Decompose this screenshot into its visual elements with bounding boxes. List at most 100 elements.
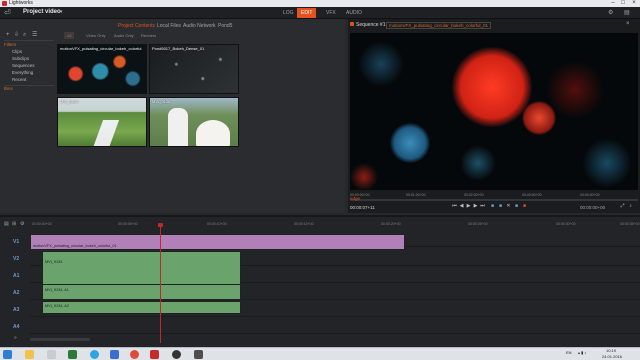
timeline-clip-label: MVI_9134, A2 <box>45 304 69 308</box>
mark-in-icon[interactable]: ■ <box>490 204 495 209</box>
viewer-menu-icon[interactable] <box>350 22 354 26</box>
insert-icon[interactable]: ■ <box>514 204 519 209</box>
language-indicator[interactable]: EN <box>566 350 572 355</box>
fullscreen-icon[interactable]: ⤢ <box>620 204 625 209</box>
tab-project-contents[interactable]: Project Contents <box>118 23 155 29</box>
filter-all[interactable]: All <box>64 32 75 39</box>
filter-renders[interactable]: Renders <box>138 32 159 39</box>
bokeh-orb-red <box>350 163 378 190</box>
track-label-v1[interactable]: V1 <box>13 239 19 245</box>
clip-thumbnail-label: Pond5017_Bokeh_Dense_01 <box>152 46 205 51</box>
settings-gear-icon[interactable]: ⚙ <box>604 8 617 18</box>
tab-pond5[interactable]: Pond5 <box>218 23 232 29</box>
track-label-a2[interactable]: A2 <box>13 290 19 296</box>
maximize-icon[interactable]: □ <box>618 0 628 7</box>
tree-bins[interactable]: Bins <box>4 86 13 91</box>
tab-audio-network[interactable]: Audio Network <box>183 23 216 29</box>
exit-project-icon[interactable]: ⏎ <box>4 8 14 18</box>
bokeh-orb-red <box>452 47 532 127</box>
step-forward-icon[interactable]: ▶ <box>473 204 478 209</box>
project-title: Project video <box>23 9 61 15</box>
media-player-icon[interactable] <box>172 350 181 359</box>
app-toolbar: ⏎ Project video ▾ LOG EDIT VFX AUDIO ⚙ ▤ <box>0 7 640 19</box>
timeline-settings-icon[interactable]: ⚙ <box>20 221 26 227</box>
excel-icon[interactable] <box>68 350 77 359</box>
timeline-panel: ▤ ⊞ ⚙ 00:00:00+00 00:00:05+00 00:00:10+0… <box>0 215 640 347</box>
clip-thumbnail[interactable]: Pond5017_Bokeh_Dense_01 <box>149 44 239 94</box>
import-icon[interactable]: ⇩ <box>14 32 20 38</box>
file-explorer-icon[interactable] <box>25 350 34 359</box>
in-point-label: edge <box>350 196 361 201</box>
filter-video-only[interactable]: Video Only <box>83 32 109 39</box>
clock-time[interactable]: 10:19 <box>606 348 616 353</box>
layout-icon[interactable]: ▤ <box>620 8 634 18</box>
tab-audio[interactable]: AUDIO <box>342 8 366 18</box>
viewer-ruler-tick: 00:02:00+00 <box>464 193 484 197</box>
skip-back-icon[interactable]: ⏮ <box>452 204 457 209</box>
timeline-clip-v1[interactable]: motionVFX_pulsating_circular_bokeh_color… <box>30 234 405 250</box>
audio-icon[interactable]: ♪ <box>628 204 633 209</box>
clip-thumbnail-label: MVI_9134 <box>60 99 79 104</box>
close-icon[interactable]: × <box>629 0 639 7</box>
track-label-a4[interactable]: A4 <box>13 324 19 330</box>
project-dropdown-icon[interactable]: ▾ <box>60 9 63 15</box>
overwrite-icon[interactable]: ■ <box>522 204 527 209</box>
tree-item-sequences[interactable]: Sequences <box>12 63 35 68</box>
add-icon[interactable]: + <box>6 32 12 38</box>
viewer-close-icon[interactable]: × <box>626 21 630 27</box>
chrome-icon[interactable] <box>130 350 139 359</box>
track-label-v2[interactable]: V2 <box>13 256 19 262</box>
lightworks-taskbar-icon[interactable] <box>150 350 159 359</box>
sequence-viewer: Sequence #1 motionVFX_pulsating_circular… <box>348 19 640 213</box>
skip-forward-icon[interactable]: ⏭ <box>480 204 485 209</box>
tab-edit[interactable]: EDIT <box>297 8 317 18</box>
viewer-ruler-tick: 00:04:00+00 <box>580 193 600 197</box>
timeline-clip-a2[interactable]: MVI_9134, A2 <box>42 301 241 314</box>
timeline-clip-a1[interactable]: MVI_9134, A1 <box>42 284 241 300</box>
zoom-out-icon[interactable]: » <box>14 335 20 341</box>
timeline-add-icon[interactable]: ⊞ <box>12 221 18 227</box>
track-label-a1[interactable]: A1 <box>13 273 19 279</box>
skype-icon[interactable] <box>90 350 99 359</box>
viewer-video-frame[interactable] <box>350 33 638 190</box>
tree-item-subclips[interactable]: Subclips <box>12 56 29 61</box>
os-taskbar: EN ▴ ▮ ♪ 10:19 24.01.2016 <box>0 347 640 360</box>
app-logo-icon <box>2 1 7 6</box>
timeline-clip-label: MVI_9134 <box>45 260 63 264</box>
bokeh-orb-blue <box>358 41 404 87</box>
viewer-timecode[interactable]: 00:00:07+11 <box>350 205 375 210</box>
step-back-icon[interactable]: ◀ <box>459 204 464 209</box>
start-menu-icon[interactable] <box>3 350 12 359</box>
clip-thumbnail[interactable]: motionVFX_pulsating_circular_bokeh_color… <box>57 44 147 94</box>
timeline-clip-label: motionVFX_pulsating_circular_bokeh_color… <box>33 244 117 248</box>
taskbar-app-icon[interactable] <box>47 350 56 359</box>
tree-filters[interactable]: Filters <box>4 42 16 47</box>
tab-local-files[interactable]: Local Files <box>157 23 181 29</box>
search-icon[interactable]: ⌕ <box>23 32 29 38</box>
filter-audio-only[interactable]: Audio Only <box>111 32 137 39</box>
list-view-icon[interactable]: ☰ <box>32 32 38 38</box>
taskbar-app-icon[interactable] <box>194 350 203 359</box>
tab-vfx[interactable]: VFX <box>322 8 340 18</box>
clear-marks-icon[interactable]: ✕ <box>506 204 511 209</box>
tree-item-everything[interactable]: Everything <box>12 70 33 75</box>
tree-divider <box>4 40 54 41</box>
minimize-icon[interactable]: – <box>608 0 618 7</box>
tree-item-recent[interactable]: Recent <box>12 77 26 82</box>
tray-icons[interactable]: ▴ ▮ ♪ <box>578 350 586 355</box>
track-label-a3[interactable]: A3 <box>13 307 19 313</box>
mark-out-icon[interactable]: ■ <box>498 204 503 209</box>
word-icon[interactable] <box>110 350 119 359</box>
clip-thumbnail[interactable]: MVI_9134 <box>57 97 147 147</box>
play-icon[interactable]: ▶ <box>466 204 471 209</box>
playhead-line[interactable] <box>160 223 161 343</box>
timeline-scrollbar[interactable] <box>30 338 90 341</box>
clip-thumbnail[interactable]: MVI_9136 <box>149 97 239 147</box>
timeline-menu-icon[interactable]: ▤ <box>4 221 10 227</box>
clip-timecode: 00:00:00+00 <box>580 205 606 210</box>
clock-date[interactable]: 24.01.2016 <box>602 354 622 359</box>
tab-log[interactable]: LOG <box>279 8 298 18</box>
viewer-scrub-bar[interactable] <box>350 199 638 201</box>
bokeh-orb-blue <box>582 138 632 188</box>
tree-item-clips[interactable]: Clips <box>12 49 22 54</box>
